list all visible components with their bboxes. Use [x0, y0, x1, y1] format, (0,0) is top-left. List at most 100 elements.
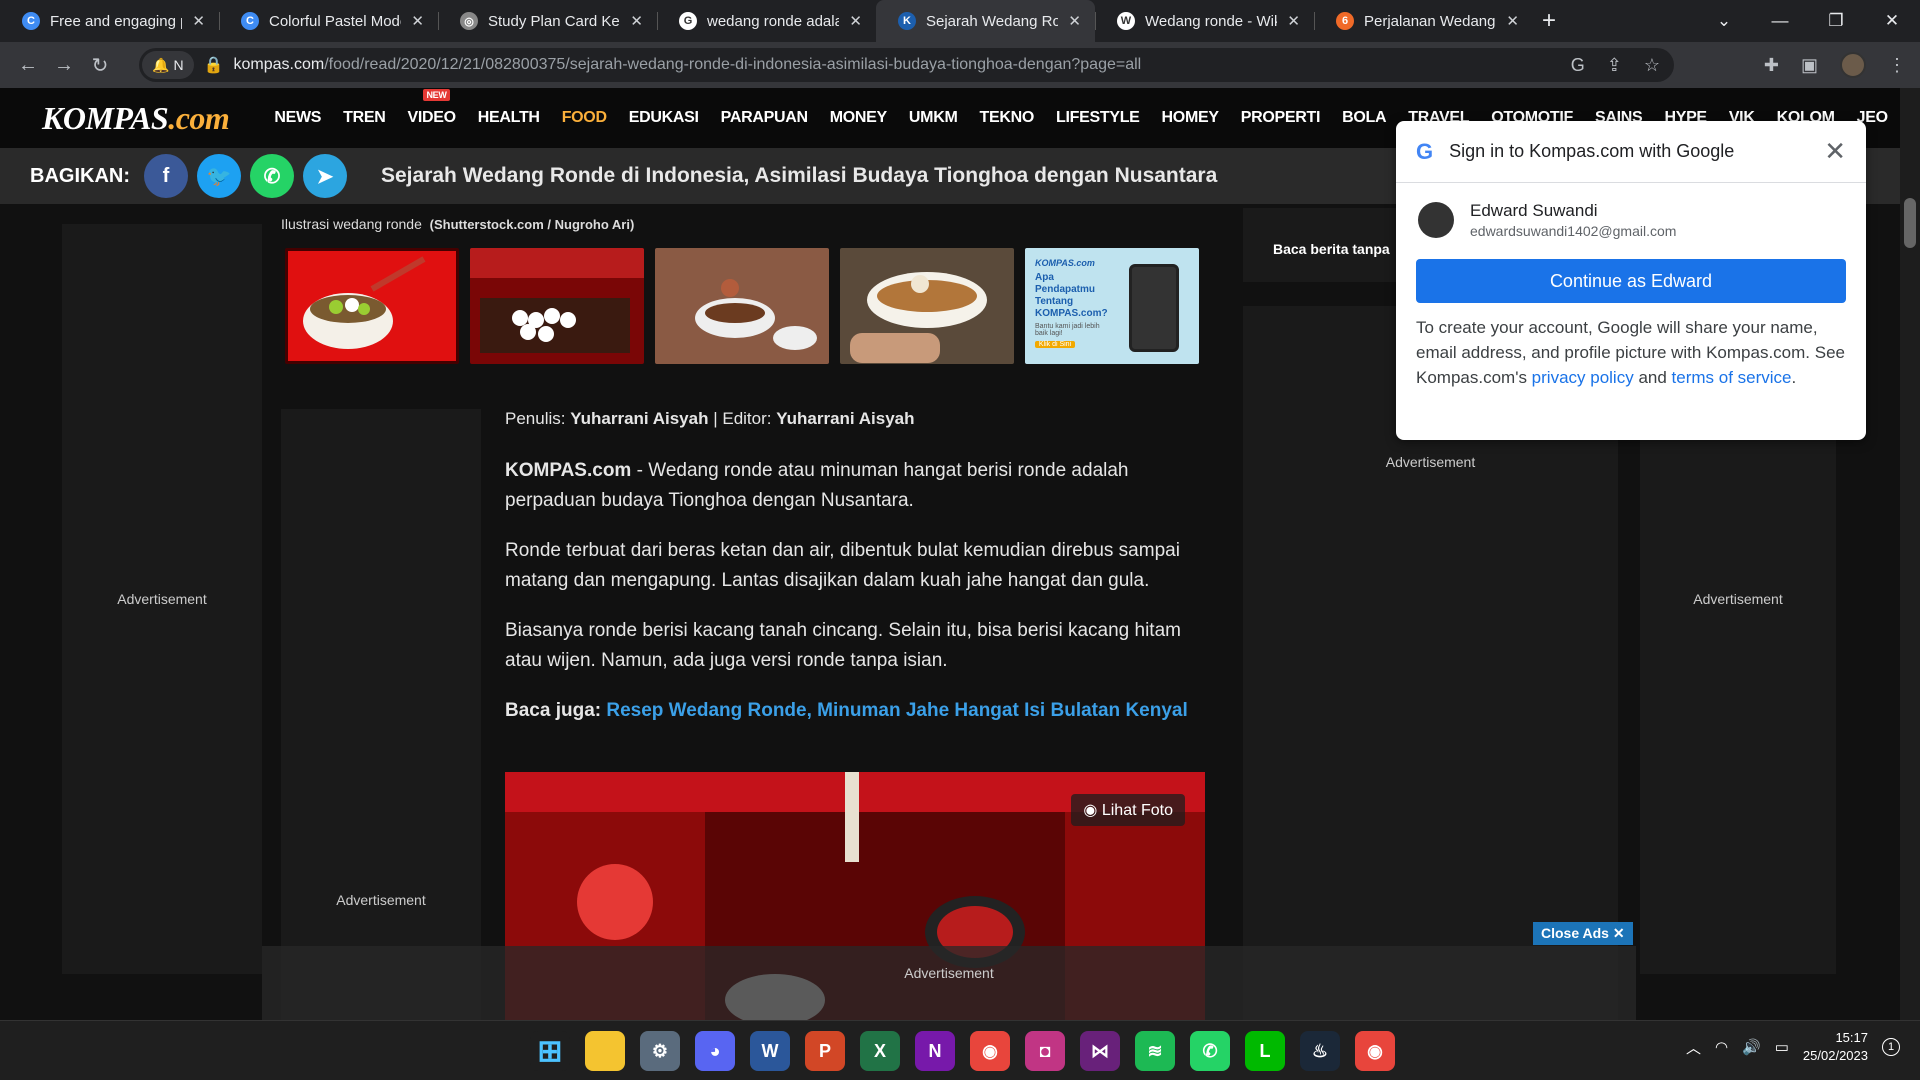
url-text[interactable]: kompas.com/food/read/2020/12/21/08280037… [233, 56, 1141, 74]
forward-icon[interactable]: → [46, 54, 82, 77]
browser-tab[interactable]: ◎ Study Plan Card Kezia ✕ [438, 0, 657, 42]
steam-icon[interactable]: ♨ [1300, 1031, 1340, 1071]
nav-food[interactable]: FOOD [551, 109, 618, 127]
scrollbar-thumb[interactable] [1904, 198, 1916, 248]
notification-badge[interactable]: 1 [1882, 1038, 1900, 1056]
spotify-icon[interactable]: ≋ [1135, 1031, 1175, 1071]
tray-overflow-icon[interactable]: ︿ [1686, 1037, 1701, 1058]
telegram-share-icon[interactable]: ➤ [303, 154, 347, 198]
minimize-button[interactable]: — [1752, 11, 1808, 31]
browser-tab[interactable]: C Free and engaging pr ✕ [0, 0, 219, 42]
nav-umkm[interactable]: UMKM [898, 109, 969, 127]
nav-lifestyle[interactable]: LIFESTYLE [1045, 109, 1151, 127]
browser-tab[interactable]: K Sejarah Wedang Rond ✕ [876, 0, 1095, 42]
clock[interactable]: 15:17 25/02/2023 [1803, 1029, 1868, 1065]
editor-name[interactable]: Yuharrani Aisyah [776, 409, 914, 428]
page-scrollbar[interactable] [1900, 88, 1920, 1020]
left-ad[interactable]: Advertisement [62, 224, 262, 974]
read-also-link[interactable]: Resep Wedang Ronde, Minuman Jahe Hangat … [606, 700, 1187, 721]
bookmark-star-icon[interactable]: ☆ [1644, 55, 1660, 76]
visual-studio-icon[interactable]: ⋈ [1080, 1031, 1120, 1071]
tab-close-icon[interactable]: ✕ [630, 12, 643, 30]
image-caption: Ilustrasi wedang ronde (Shutterstock.com… [281, 216, 634, 232]
profile-avatar[interactable] [1840, 52, 1866, 78]
powerpoint-icon[interactable]: P [805, 1031, 845, 1071]
settings-icon[interactable]: ⚙ [640, 1031, 680, 1071]
reload-icon[interactable]: ↻ [82, 53, 118, 78]
tab-close-icon[interactable]: ✕ [192, 12, 205, 30]
gallery-thumb[interactable] [840, 248, 1014, 364]
view-photo-button[interactable]: ◉ Lihat Foto [1071, 794, 1185, 826]
tab-close-icon[interactable]: ✕ [1287, 12, 1300, 30]
whatsapp-icon[interactable]: ✆ [1190, 1031, 1230, 1071]
chrome-profile-icon[interactable]: ◉ [1355, 1031, 1395, 1071]
tab-search-icon[interactable]: ⌄ [1696, 11, 1752, 31]
onenote-icon[interactable]: N [915, 1031, 955, 1071]
facebook-share-icon[interactable]: f [144, 154, 188, 198]
twitter-share-icon[interactable]: 🐦 [197, 154, 241, 198]
nav-video[interactable]: VIDEO NEW [396, 89, 466, 127]
new-tab-button[interactable]: + [1533, 7, 1565, 35]
nav-label: HEALTH [477, 109, 540, 126]
sticky-bottom-ad[interactable]: Advertisement [262, 946, 1636, 1020]
kompas-logo[interactable]: KOMPAS.com [42, 100, 230, 137]
continue-button[interactable]: Continue as Edward [1416, 259, 1846, 303]
browser-tab[interactable]: 6 Perjalanan Wedang R ✕ [1314, 0, 1533, 42]
privacy-policy-link[interactable]: privacy policy [1532, 368, 1634, 387]
terms-link[interactable]: terms of service [1672, 368, 1792, 387]
read-also: Baca juga: Resep Wedang Ronde, Minuman J… [505, 696, 1205, 726]
excel-icon[interactable]: X [860, 1031, 900, 1071]
inline-left-ad[interactable]: Advertisement [281, 409, 481, 1020]
nav-parapuan[interactable]: PARAPUAN [710, 109, 819, 127]
volume-icon[interactable]: 🔊 [1742, 1038, 1761, 1056]
site-info-chip[interactable]: 🔔 N [142, 51, 194, 79]
whatsapp-share-icon[interactable]: ✆ [250, 154, 294, 198]
wifi-icon[interactable]: ◠ [1715, 1038, 1728, 1056]
gallery-thumb[interactable] [285, 248, 459, 364]
extensions-puzzle-icon[interactable]: ✚ [1764, 55, 1779, 76]
line-icon[interactable]: L [1245, 1031, 1285, 1071]
battery-icon[interactable]: ▭ [1775, 1038, 1789, 1056]
popup-close-icon[interactable]: ✕ [1824, 136, 1846, 167]
discord-icon[interactable]: ◕ [695, 1031, 735, 1071]
windows-start-icon[interactable]: ⊞ [530, 1031, 570, 1071]
nav-health[interactable]: HEALTH [467, 109, 551, 127]
close-window-button[interactable]: ✕ [1864, 11, 1920, 31]
gallery-thumb[interactable] [470, 248, 644, 364]
menu-kebab-icon[interactable]: ⋮ [1888, 55, 1906, 76]
tab-close-icon[interactable]: ✕ [849, 12, 862, 30]
kompas-survey-ad[interactable]: KOMPAS.com Apa Pendapatmu Tentang KOMPAS… [1025, 248, 1199, 364]
word-icon[interactable]: W [750, 1031, 790, 1071]
address-bar[interactable]: 🔔 N 🔒 kompas.com/food/read/2020/12/21/082… [139, 48, 1674, 82]
nav-tren[interactable]: TREN [332, 109, 396, 127]
nav-edukasi[interactable]: EDUKASI [618, 109, 710, 127]
nav-homey[interactable]: HOMEY [1151, 109, 1230, 127]
side-panel-icon[interactable]: ▣ [1801, 55, 1818, 76]
ad-label: Advertisement [117, 591, 207, 607]
nav-properti[interactable]: PROPERTI [1230, 109, 1331, 127]
google-icon[interactable]: G [1571, 55, 1585, 76]
file-explorer-icon[interactable] [585, 1031, 625, 1071]
nav-bola[interactable]: BOLA [1331, 109, 1397, 127]
author-name[interactable]: Yuharrani Aisyah [570, 409, 708, 428]
tab-close-icon[interactable]: ✕ [1068, 12, 1081, 30]
read-without-ads[interactable]: Baca berita tanpa [1243, 208, 1403, 282]
browser-tab[interactable]: W Wedang ronde - Wiki ✕ [1095, 0, 1314, 42]
maximize-button[interactable]: ❐ [1808, 11, 1864, 31]
nav-news[interactable]: NEWS [263, 109, 332, 127]
gallery-thumb[interactable] [655, 248, 829, 364]
account-row[interactable]: Edward Suwandi edwardsuwandi1402@gmail.c… [1396, 183, 1866, 239]
tab-close-icon[interactable]: ✕ [411, 12, 424, 30]
browser-tab[interactable]: Gwedang ronde adalah ✕ [657, 0, 876, 42]
share-icon[interactable]: ⇪ [1607, 55, 1622, 76]
nav-money[interactable]: MONEY [819, 109, 898, 127]
back-icon[interactable]: ← [10, 54, 46, 77]
nav-tekno[interactable]: TEKNO [969, 109, 1046, 127]
kompas-icon: K [898, 12, 916, 30]
tab-close-icon[interactable]: ✕ [1506, 12, 1519, 30]
browser-tab[interactable]: C Colorful Pastel Moder ✕ [219, 0, 438, 42]
account-email: edwardsuwandi1402@gmail.com [1470, 223, 1677, 239]
chrome-icon[interactable]: ◉ [970, 1031, 1010, 1071]
close-ads-button[interactable]: Close Ads ✕ [1533, 922, 1633, 945]
instagram-icon[interactable]: ◘ [1025, 1031, 1065, 1071]
